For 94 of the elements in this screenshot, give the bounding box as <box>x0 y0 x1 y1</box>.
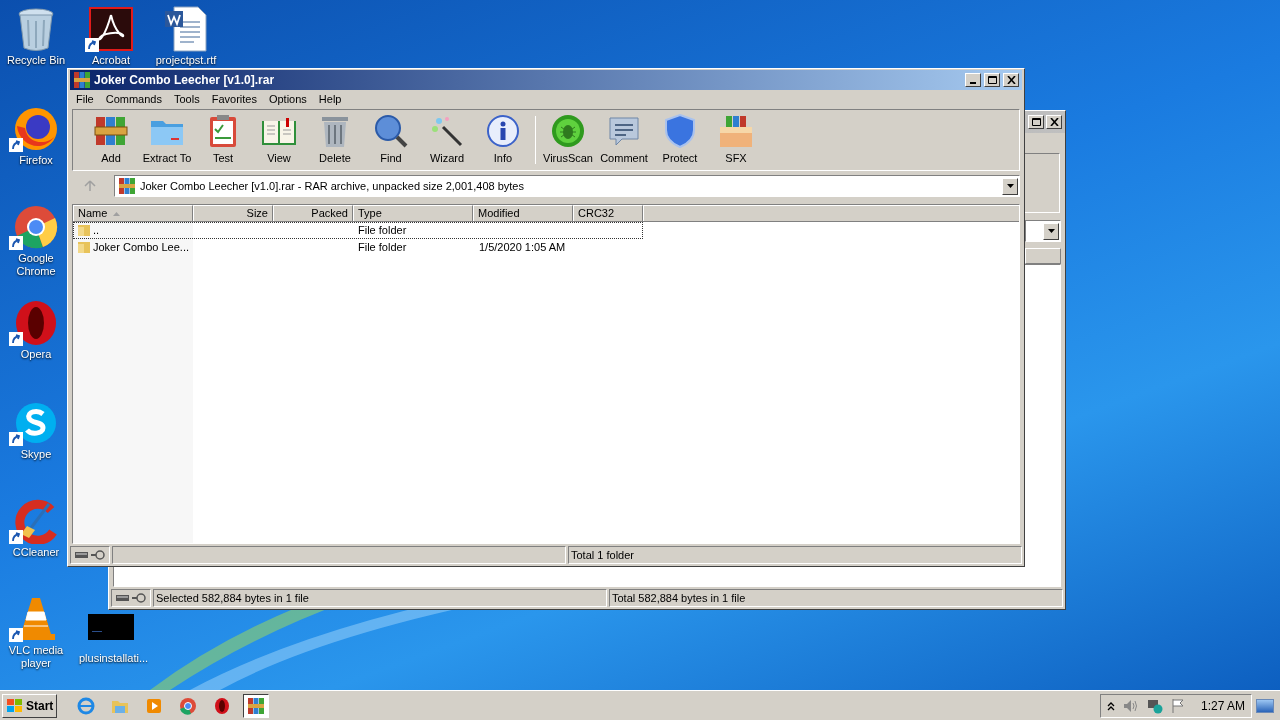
flag-icon[interactable] <box>1170 697 1185 714</box>
start-button[interactable]: Start <box>2 693 58 718</box>
column-header[interactable]: Name <box>73 205 193 221</box>
clock[interactable]: 1:27 AM <box>1200 696 1245 715</box>
opera-icon <box>213 696 232 715</box>
skype-icon <box>13 400 59 446</box>
windows-logo-icon <box>6 697 24 714</box>
toolbar-button[interactable]: VirusScan <box>540 113 596 167</box>
document-icon <box>164 6 208 52</box>
books-icon <box>247 696 266 715</box>
toolbar-button[interactable]: Protect <box>652 113 708 167</box>
folder-icon <box>77 224 91 237</box>
opera-icon <box>13 300 59 346</box>
folder-icon <box>77 241 91 254</box>
file-name: Joker Combo Lee... <box>93 240 189 256</box>
internet-explorer-icon <box>77 696 96 715</box>
toolbar-button[interactable]: Find <box>363 113 419 167</box>
ccleaner-icon <box>13 498 59 544</box>
menu-item[interactable]: Commands <box>99 91 168 108</box>
desktop-icon-label[interactable]: CCleaner <box>12 546 60 559</box>
maximize-icon <box>1031 118 1041 126</box>
desktop-icon-label[interactable]: Skype <box>20 448 52 461</box>
maximize-icon <box>987 76 997 84</box>
column-header[interactable]: Packed <box>273 205 353 221</box>
up-arrow-icon <box>84 180 96 192</box>
close-button[interactable] <box>1046 115 1062 129</box>
file-type: File folder <box>357 223 408 239</box>
desktop-icon-label[interactable]: Opera <box>20 348 52 361</box>
menu-item[interactable]: Favorites <box>205 91 263 108</box>
dropdown-button[interactable] <box>1043 222 1059 240</box>
toolbar-button[interactable]: Comment <box>596 113 652 167</box>
caret-icon <box>1006 184 1014 188</box>
shield-icon <box>662 113 698 150</box>
column-header[interactable]: Type <box>353 205 473 221</box>
toolbar-button[interactable]: Delete <box>307 113 363 167</box>
books-icon <box>118 177 136 195</box>
recycle-bin-icon <box>16 6 56 52</box>
play-icon <box>145 696 164 715</box>
drive-and-key-icon <box>115 593 147 603</box>
toolbar-button[interactable]: SFX <box>708 113 764 167</box>
minimize-button[interactable] <box>965 73 981 87</box>
menu-item[interactable]: Tools <box>168 91 206 108</box>
status-text: Selected 582,884 bytes in 1 file <box>153 589 607 607</box>
chevron-up-icon[interactable] <box>1106 700 1115 711</box>
chrome-icon <box>179 696 198 715</box>
close-icon <box>1006 76 1016 84</box>
maximize-button[interactable] <box>1028 115 1044 129</box>
drive-and-key-icon <box>74 550 106 560</box>
caret-icon <box>1047 229 1055 233</box>
console-icon <box>88 614 134 640</box>
sort-arrow-icon <box>113 211 121 216</box>
toolbar-button[interactable]: Extract To <box>139 113 195 167</box>
menu-item[interactable]: Help <box>312 91 348 108</box>
column-header[interactable]: Modified <box>473 205 573 221</box>
column-header[interactable]: Size <box>193 205 273 221</box>
desktop-icon-label[interactable]: projectpst.rtf <box>155 54 217 67</box>
dropdown-button[interactable] <box>1002 177 1018 195</box>
desktop-icon-label[interactable]: Google Chrome <box>4 252 68 278</box>
desktop-icon-label[interactable]: Recycle Bin <box>6 54 66 67</box>
close-icon <box>1049 118 1059 126</box>
network-icon[interactable] <box>1146 697 1163 714</box>
address-field[interactable] <box>1025 220 1061 242</box>
file-type: File folder <box>357 240 408 256</box>
desktop-icon-label[interactable]: Acrobat <box>92 54 130 67</box>
chrome-icon <box>13 204 59 250</box>
close-button[interactable] <box>1003 73 1019 87</box>
file-name: .. <box>93 223 100 239</box>
bug-icon <box>550 113 586 150</box>
menu-item[interactable]: Options <box>262 91 313 108</box>
taskbar-button[interactable] <box>243 693 270 718</box>
toolbar-button[interactable]: Wizard <box>419 113 475 167</box>
toolbar-button[interactable]: View <box>251 113 307 167</box>
acrobat-icon <box>89 7 133 51</box>
desktop-icon-label[interactable]: VLC media player <box>4 644 68 670</box>
status-text: Total 582,884 bytes in 1 file <box>609 589 1063 607</box>
books-icon <box>73 71 91 89</box>
toolbar-button[interactable]: Add <box>83 113 139 167</box>
file-row[interactable]: .. File folder <box>73 222 643 239</box>
file-modified: 1/5/2020 1:05 AM <box>478 240 567 256</box>
box-icon <box>718 113 754 150</box>
window-title: Joker Combo Leecher [v1.0].rar <box>94 72 276 89</box>
info-icon <box>485 113 521 150</box>
firefox-icon <box>13 106 59 152</box>
file-row[interactable]: Joker Combo Lee... File folder 1/5/2020 1:05 AM <box>73 239 643 256</box>
menu-item[interactable]: File <box>70 91 100 108</box>
desktop-icon-label[interactable]: Firefox <box>19 154 53 167</box>
address-field[interactable]: Joker Combo Leecher [v1.0].rar - RAR archive, unpacked size 2,001,408 bytes <box>114 175 1020 197</box>
search-icon <box>373 113 409 150</box>
maximize-button[interactable] <box>984 73 1000 87</box>
status-text: Total 1 folder <box>568 546 1022 564</box>
show-desktop-button[interactable] <box>1256 698 1274 713</box>
toolbar-button[interactable]: Test <box>195 113 251 167</box>
column-header[interactable]: CRC32 <box>573 205 643 221</box>
toolbar-button[interactable]: Info <box>475 113 531 167</box>
